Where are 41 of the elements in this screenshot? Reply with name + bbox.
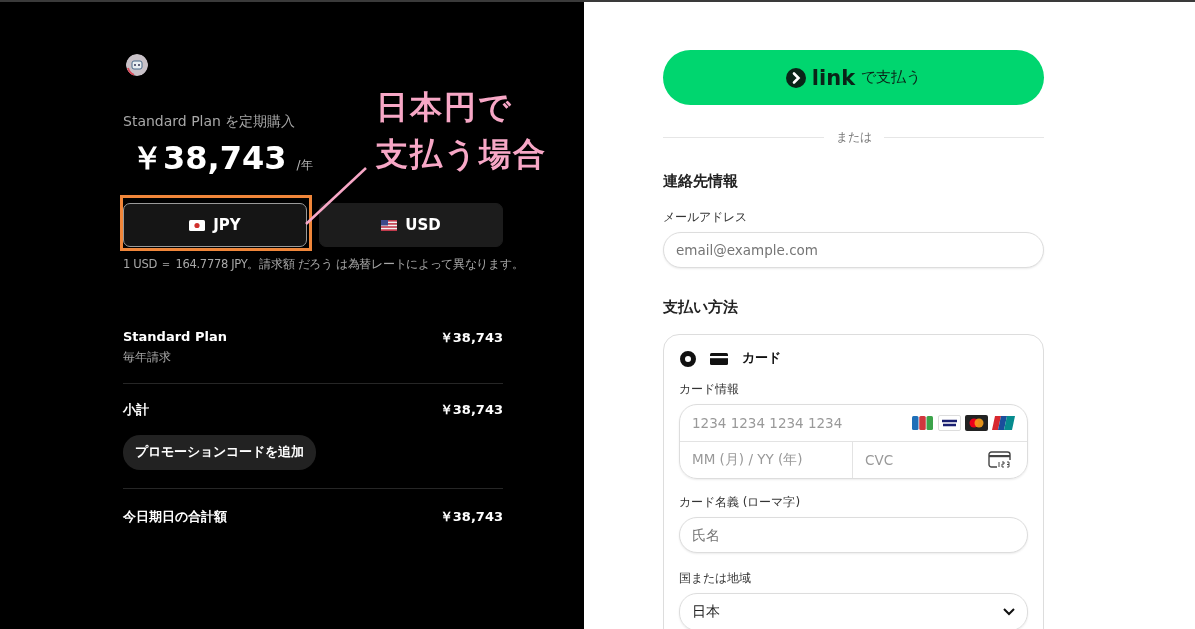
field-label: 国または地域 (679, 570, 752, 587)
chevron-circle-icon (785, 67, 806, 88)
link-pay-button[interactable]: link で支払う (663, 50, 1044, 105)
divider-text: または (835, 129, 872, 146)
cvc-placeholder: CVC (864, 452, 895, 468)
field-label: カード名義 (ローマ字) (679, 494, 802, 511)
expiry-placeholder: MM (月) / YY (年) (680, 442, 853, 478)
chevron-down-icon (1003, 608, 1015, 616)
logo-icon (126, 54, 148, 76)
exchange-rate-note: 1 USD ＝ 164.7778 JPY。請求額 だろう は為替レートによって異なります。 (123, 257, 524, 273)
card-brand-icon (911, 415, 934, 431)
radio-button[interactable] (680, 350, 696, 367)
card-back-icon (988, 451, 1013, 469)
subtotal-amount: ￥38,743 (439, 400, 503, 419)
flag-icon (189, 219, 206, 231)
credit-card-icon (710, 352, 728, 365)
card-brand-icon (938, 415, 961, 431)
price: ￥38,743 (131, 138, 287, 179)
billing-period: /年 (296, 157, 313, 174)
payment-method-label: カード (742, 350, 781, 367)
card-brand-icon (965, 415, 988, 431)
item-detail: 毎年請求 (123, 349, 172, 365)
name-field[interactable]: 氏名 (679, 517, 1028, 553)
promo-code-button[interactable]: プロモーションコードを追加 (123, 434, 316, 470)
annotation-text: 日本円で 支払う場合 (376, 87, 547, 175)
section-heading: 支払い方法 (663, 298, 739, 317)
currency-button[interactable]: USD (319, 203, 503, 247)
plan-title: Standard Plan を定期購入 (123, 113, 297, 131)
currency-button[interactable]: JPY (123, 203, 307, 247)
subtotal-label: 小計 (123, 400, 149, 419)
card-number-placeholder: 1234 1234 1234 1234 (691, 415, 844, 431)
field-label: メールアドレス (663, 209, 748, 226)
email-field[interactable]: email@example.com (663, 232, 1044, 268)
card-brand-icon (992, 415, 1015, 431)
total-amount: ￥38,743 (439, 507, 503, 526)
flag-icon (381, 219, 398, 231)
item-amount: ￥38,743 (439, 328, 503, 347)
field-label: カード情報 (679, 381, 740, 398)
total-label: 今日期日の合計額 (123, 507, 227, 526)
item-name: Standard Plan (123, 328, 227, 344)
section-heading: 連絡先情報 (663, 172, 739, 191)
